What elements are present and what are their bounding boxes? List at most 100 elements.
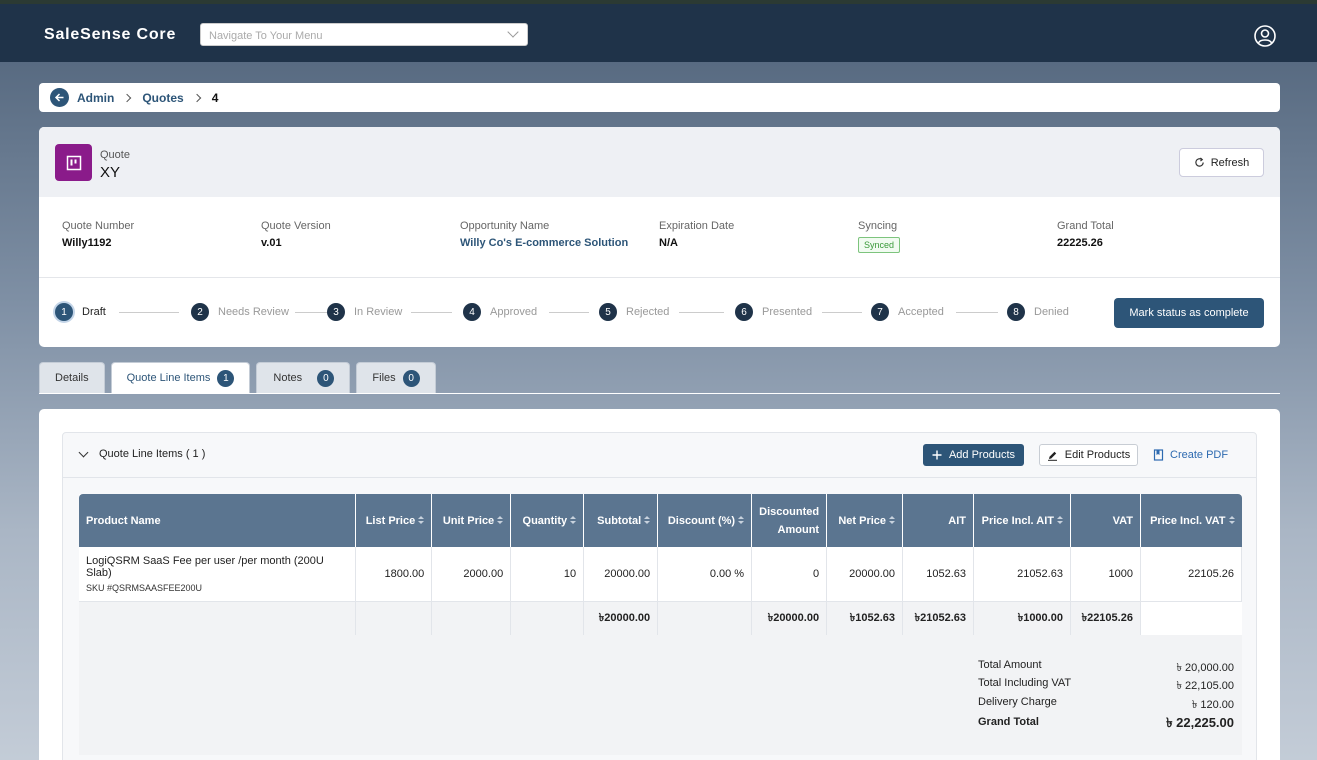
column-header-price-incl-vat[interactable]: Price Incl. VAT bbox=[1140, 494, 1242, 547]
breadcrumb-admin[interactable]: Admin bbox=[77, 91, 114, 105]
step-number: 4 bbox=[463, 303, 481, 321]
column-header-price-incl-ait[interactable]: Price Incl. AIT bbox=[973, 494, 1071, 547]
add-products-button[interactable]: Add Products bbox=[923, 444, 1024, 466]
collapse-chevron-icon[interactable] bbox=[78, 447, 89, 458]
cell-discount: 0.00 % bbox=[657, 547, 753, 602]
column-header-net-price[interactable]: Net Price bbox=[826, 494, 904, 547]
field-opportunity-name: Opportunity Name Willy Co's E-commerce S… bbox=[460, 220, 628, 249]
sort-icon[interactable] bbox=[1056, 516, 1063, 525]
cell-price-incl-vat: 22105.26 bbox=[1140, 547, 1243, 602]
edit-products-label: Edit Products bbox=[1064, 449, 1131, 461]
column-header-label: Price Incl. VAT bbox=[1150, 514, 1226, 527]
column-header-label: Unit Price bbox=[442, 514, 495, 527]
sort-icon[interactable] bbox=[497, 516, 504, 525]
edit-products-button[interactable]: Edit Products bbox=[1039, 444, 1138, 466]
back-button[interactable] bbox=[50, 88, 69, 107]
column-header-label: AIT bbox=[948, 514, 967, 527]
tab-details[interactable]: Details bbox=[39, 362, 105, 393]
field-syncing: Syncing Synced bbox=[858, 220, 901, 253]
tab-count-badge: 0 bbox=[402, 369, 420, 387]
refresh-label: Refresh bbox=[1210, 156, 1250, 169]
path-connector bbox=[822, 312, 862, 313]
path-connector bbox=[956, 312, 998, 313]
field-label: Opportunity Name bbox=[460, 220, 550, 232]
column-header-discount[interactable]: Discount (%) bbox=[657, 494, 753, 547]
app-brand[interactable]: SaleSense Core bbox=[44, 26, 176, 44]
summary-label: Delivery Charge bbox=[978, 696, 1057, 708]
tab-notes[interactable]: Notes 0 bbox=[256, 362, 351, 393]
navigation-select[interactable]: Navigate To Your Menu bbox=[200, 23, 528, 46]
cell-subtotal: 20000.00 bbox=[583, 547, 659, 602]
summary-total-including-vat: Total Including VAT ৳ 22,105.00 bbox=[978, 677, 1234, 692]
breadcrumb-quotes[interactable]: Quotes bbox=[142, 91, 183, 105]
total-price-incl-ait: ৳1000.00 bbox=[973, 601, 1071, 636]
table-row[interactable]: LogiQSRM SaaS Fee per user /per month (2… bbox=[79, 547, 1243, 602]
path-connector bbox=[119, 312, 179, 313]
sort-icon[interactable] bbox=[644, 516, 651, 525]
sort-icon[interactable] bbox=[738, 516, 745, 525]
total-discounted-amount: ৳20000.00 bbox=[751, 601, 828, 636]
arrow-left-icon bbox=[54, 93, 64, 102]
step-number: 7 bbox=[871, 303, 889, 321]
column-header-unit-price[interactable]: Unit Price bbox=[431, 494, 512, 547]
mark-status-complete-button[interactable]: Mark status as complete bbox=[1114, 298, 1264, 328]
sort-icon[interactable] bbox=[570, 516, 577, 525]
path-step-needs-review[interactable]: 2 Needs Review bbox=[191, 303, 289, 321]
line-items-title[interactable]: Quote Line Items ( 1 ) bbox=[99, 448, 205, 460]
path-step-draft[interactable]: 1 Draft bbox=[55, 303, 106, 321]
cell-net-price: 20000.00 bbox=[826, 547, 904, 602]
column-header-vat[interactable]: VAT bbox=[1070, 494, 1141, 547]
refresh-button[interactable]: Refresh bbox=[1179, 148, 1264, 177]
totals-cell-empty bbox=[355, 601, 433, 636]
summary-value: ৳ 22,105.00 bbox=[1176, 680, 1234, 692]
tab-label: Files bbox=[372, 372, 396, 384]
path-connector bbox=[679, 312, 724, 313]
sort-icon[interactable] bbox=[418, 516, 425, 525]
opportunity-link[interactable]: Willy Co's E-commerce Solution bbox=[460, 237, 628, 249]
quote-object-icon bbox=[55, 144, 92, 181]
column-header-label: Quantity bbox=[522, 514, 568, 527]
line-items-panel-header: Quote Line Items ( 1 ) Add Products Edit… bbox=[63, 433, 1256, 478]
tab-quote-line-items[interactable]: Quote Line Items 1 bbox=[110, 362, 251, 393]
cell-unit-price: 2000.00 bbox=[431, 547, 512, 602]
step-number: 2 bbox=[191, 303, 209, 321]
breadcrumb-current: 4 bbox=[211, 90, 219, 105]
column-header-quantity[interactable]: Quantity bbox=[510, 494, 585, 547]
create-pdf-button[interactable]: Create PDF bbox=[1153, 444, 1228, 466]
record-fields: Quote Number Willy1192 Quote Version v.0… bbox=[62, 220, 1262, 260]
navigation-select-placeholder: Navigate To Your Menu bbox=[209, 30, 323, 42]
field-grand-total: Grand Total 22225.26 bbox=[1057, 220, 1114, 249]
path-step-accepted[interactable]: 7 Accepted bbox=[871, 303, 944, 321]
path-step-in-review[interactable]: 3 In Review bbox=[327, 303, 402, 321]
column-header-list-price[interactable]: List Price bbox=[355, 494, 433, 547]
step-label: Draft bbox=[82, 306, 106, 318]
quote-summary: Total Amount ৳ 20,000.00 Total Including… bbox=[79, 635, 1242, 755]
step-label: Denied bbox=[1034, 306, 1069, 318]
field-quote-number: Quote Number Willy1192 bbox=[62, 220, 134, 249]
totals-cell-empty bbox=[657, 601, 753, 636]
cell-discounted-amount: 0 bbox=[751, 547, 828, 602]
tab-content-card: Quote Line Items ( 1 ) Add Products Edit… bbox=[39, 409, 1280, 760]
column-header-subtotal[interactable]: Subtotal bbox=[583, 494, 659, 547]
sort-icon[interactable] bbox=[1228, 516, 1235, 525]
sort-icon[interactable] bbox=[889, 516, 896, 525]
path-step-denied[interactable]: 8 Denied bbox=[1007, 303, 1069, 321]
step-number: 3 bbox=[327, 303, 345, 321]
user-profile-icon[interactable] bbox=[1254, 25, 1276, 47]
field-value: 22225.26 bbox=[1057, 237, 1103, 249]
create-pdf-label: Create PDF bbox=[1170, 449, 1229, 461]
column-header-product-name[interactable]: Product Name bbox=[79, 494, 357, 547]
plus-icon bbox=[932, 450, 942, 460]
path-step-rejected[interactable]: 5 Rejected bbox=[599, 303, 669, 321]
column-header-ait[interactable]: AIT bbox=[902, 494, 975, 547]
tab-files[interactable]: Files 0 bbox=[356, 362, 436, 393]
step-label: Needs Review bbox=[218, 306, 289, 318]
divider bbox=[39, 277, 1280, 278]
column-header-discounted-amount[interactable]: Discounted Amount bbox=[751, 494, 828, 547]
total-vat: ৳22105.26 bbox=[1070, 601, 1141, 636]
field-label: Expiration Date bbox=[659, 220, 735, 232]
path-step-presented[interactable]: 6 Presented bbox=[735, 303, 812, 321]
add-products-label: Add Products bbox=[948, 449, 1016, 461]
column-header-label: Product Name bbox=[86, 514, 161, 527]
path-step-approved[interactable]: 4 Approved bbox=[463, 303, 537, 321]
